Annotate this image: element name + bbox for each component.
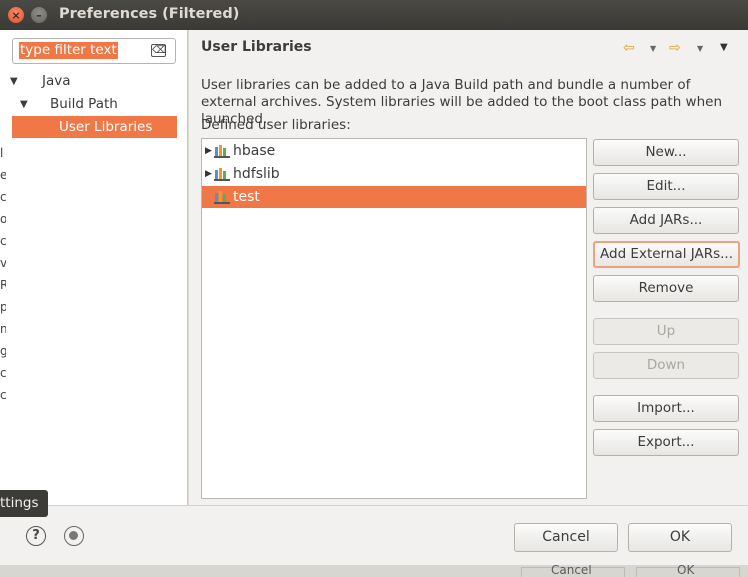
forward-dropdown-icon[interactable]: ▼: [697, 44, 703, 53]
record-macro-icon[interactable]: [64, 526, 84, 546]
library-row-test[interactable]: test: [202, 186, 586, 208]
expand-java-icon[interactable]: ▼: [10, 76, 18, 87]
defined-libraries-label: Defined user libraries:: [201, 117, 351, 133]
clipped-text: v: [0, 256, 6, 270]
close-icon: ×: [11, 8, 21, 22]
clipped-text: p: [0, 300, 6, 314]
window-title: Preferences (Filtered): [59, 6, 240, 22]
dialog-footer: ? Cancel OK: [0, 505, 748, 565]
background-ok-label: OK: [677, 565, 695, 577]
clipped-text: c: [0, 234, 6, 248]
new-button[interactable]: New...: [593, 139, 739, 166]
add-external-jars-button[interactable]: Add External JARs...: [593, 241, 740, 268]
user-libraries-page: User Libraries ⇦ ▼ ⇨ ▼ ▼ User libraries …: [189, 30, 748, 505]
minimize-icon: –: [36, 8, 42, 22]
help-icon[interactable]: ?: [26, 526, 46, 546]
user-libraries-list[interactable]: ▶ hbase ▶ hdfslib test: [201, 138, 587, 499]
library-row-hbase[interactable]: ▶ hbase: [202, 140, 586, 162]
back-arrow-icon[interactable]: ⇦: [623, 40, 635, 56]
clipped-text: l: [0, 146, 4, 160]
filter-input-text: type filter text: [19, 42, 118, 59]
page-title: User Libraries: [201, 39, 312, 55]
library-icon: [214, 191, 230, 204]
add-jars-button[interactable]: Add JARs...: [593, 207, 739, 234]
clipped-text: e: [0, 168, 6, 182]
expand-icon[interactable]: ▶: [205, 163, 212, 185]
tree-item-build-path[interactable]: Build Path: [50, 93, 118, 115]
cancel-button[interactable]: Cancel: [514, 523, 618, 552]
library-name: hdfslib: [233, 166, 280, 182]
export-button[interactable]: Export...: [593, 429, 739, 456]
forward-arrow-icon[interactable]: ⇨: [669, 40, 681, 56]
library-icon: [214, 145, 230, 158]
library-row-hdfslib[interactable]: ▶ hdfslib: [202, 163, 586, 185]
filter-input[interactable]: type filter text ⌫: [12, 38, 176, 64]
minimize-window-button[interactable]: –: [31, 7, 47, 23]
library-name: test: [233, 189, 260, 205]
tree-item-user-libraries[interactable]: User Libraries: [12, 116, 177, 138]
library-icon: [214, 168, 230, 181]
expand-icon[interactable]: ▶: [205, 140, 212, 162]
background-cancel-label: Cancel: [551, 565, 592, 577]
clipped-text: n: [0, 322, 6, 336]
import-button[interactable]: Import...: [593, 395, 739, 422]
background-window: Cancel OK: [0, 565, 748, 577]
tree-item-user-libraries-label: User Libraries: [59, 119, 153, 135]
tooltip: ttings: [0, 490, 48, 517]
ok-button[interactable]: OK: [628, 523, 732, 552]
clipped-text: c: [0, 388, 6, 402]
title-bar: × – Preferences (Filtered): [0, 0, 748, 30]
down-button[interactable]: Down: [593, 352, 739, 379]
expand-build-path-icon[interactable]: ▼: [20, 99, 28, 110]
clipped-text: o: [0, 212, 6, 226]
clipped-text: c: [0, 366, 6, 380]
up-button[interactable]: Up: [593, 318, 739, 345]
clear-filter-icon[interactable]: ⌫: [151, 44, 166, 57]
view-menu-icon[interactable]: ▼: [720, 42, 728, 53]
remove-button[interactable]: Remove: [593, 275, 739, 302]
edit-button[interactable]: Edit...: [593, 173, 739, 200]
clipped-text: c: [0, 190, 6, 204]
library-name: hbase: [233, 143, 276, 159]
clipped-text: R: [0, 278, 6, 292]
clipped-text: g: [0, 344, 6, 358]
close-window-button[interactable]: ×: [8, 7, 24, 23]
tree-item-java[interactable]: Java: [42, 70, 71, 92]
preferences-tree-panel: type filter text ⌫ ▼ Java ▼ Build Path U…: [0, 30, 188, 505]
back-dropdown-icon[interactable]: ▼: [650, 44, 656, 53]
